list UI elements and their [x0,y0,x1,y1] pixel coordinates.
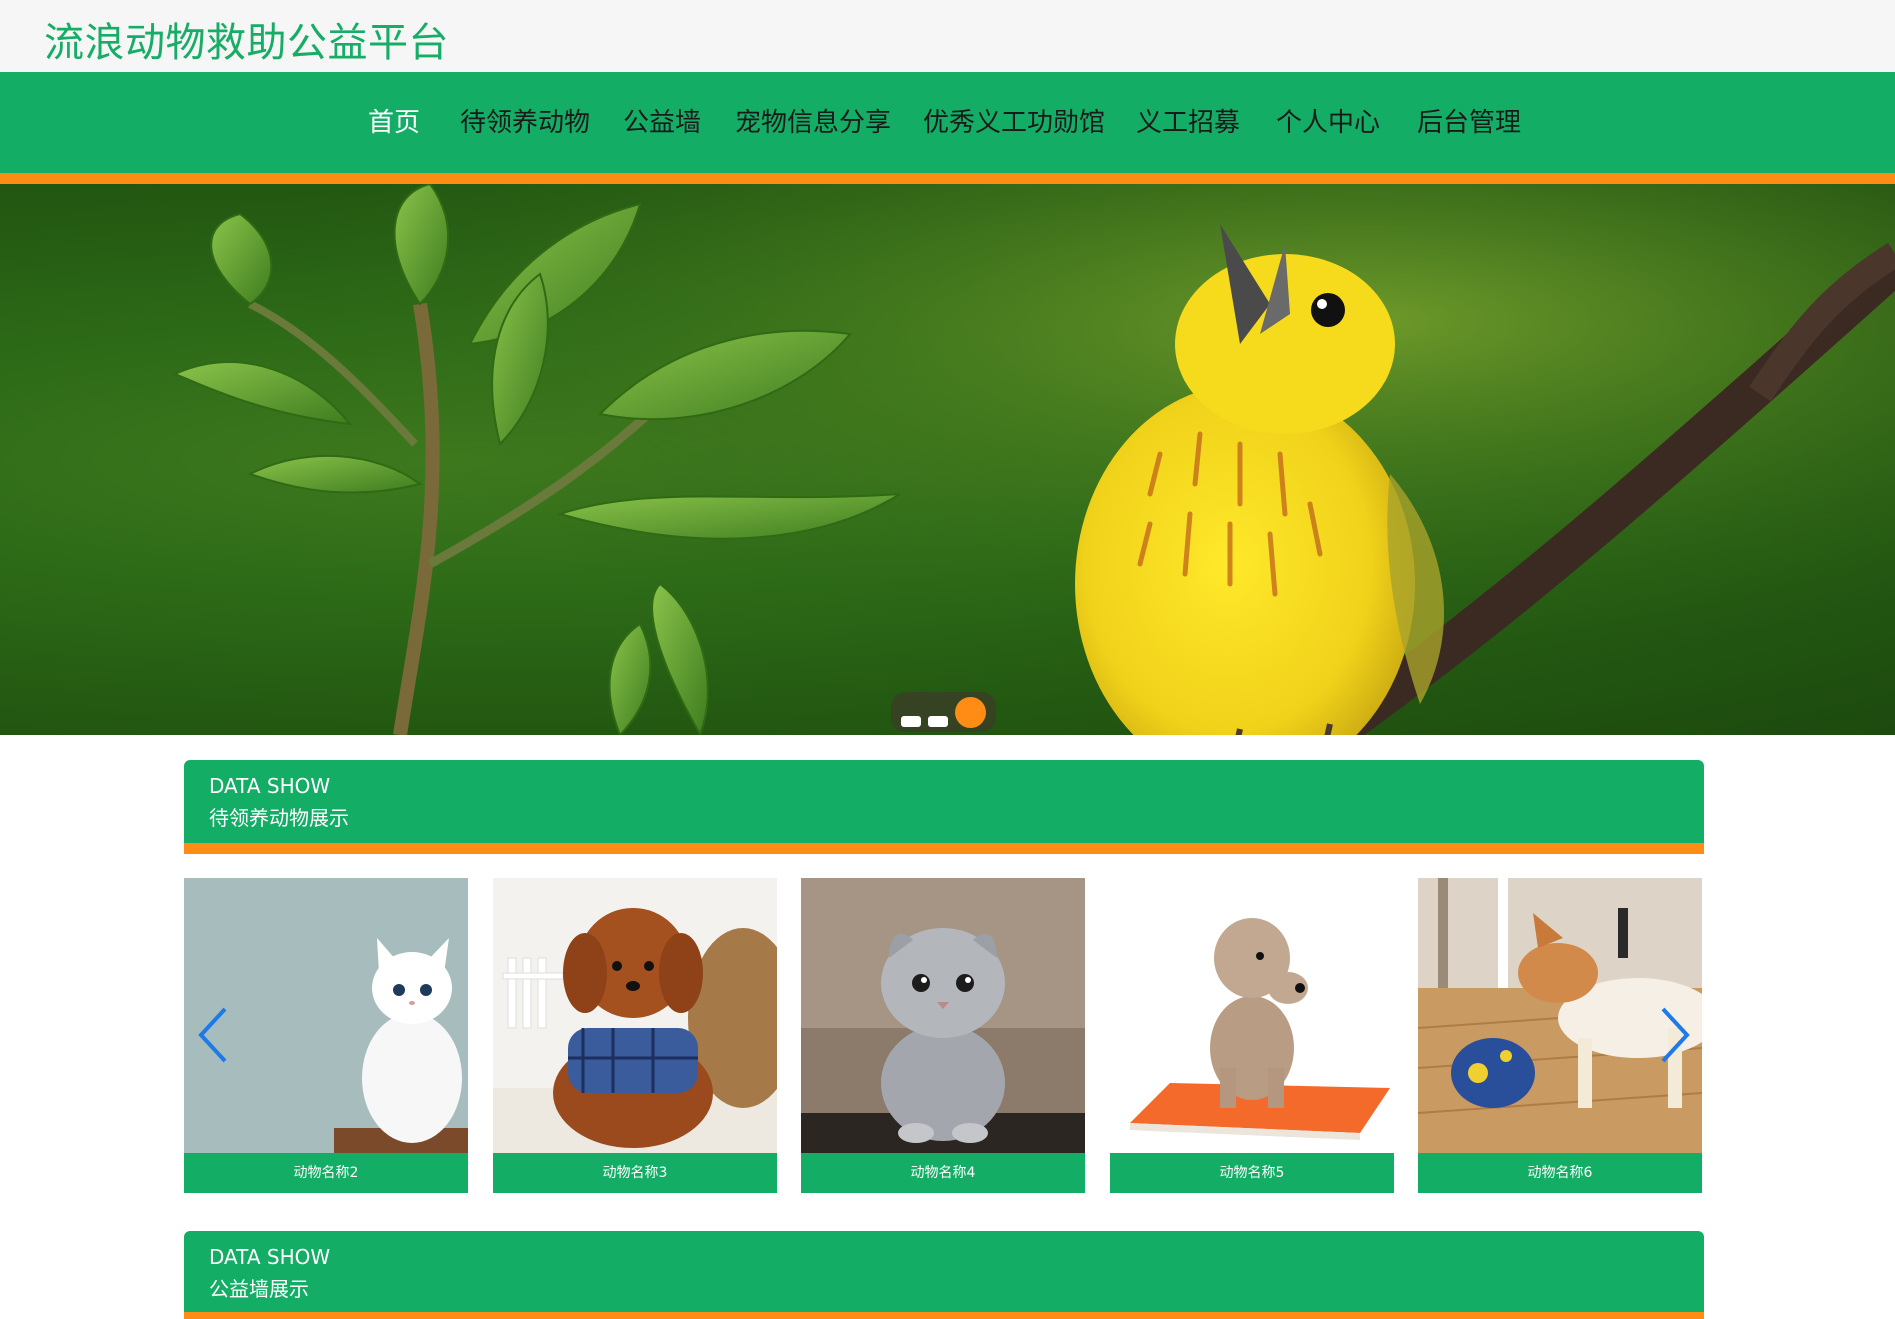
animal-name: 动物名称4 [801,1153,1085,1193]
animal-photo-poodle-red [493,878,777,1153]
nav-item-charity-wall[interactable]: 公益墙 [623,102,701,139]
animal-card[interactable]: 动物名称5 [1110,878,1394,1193]
nav-accent-stripe [0,173,1895,184]
section-header-cn: 公益墙展示 [209,1277,309,1301]
nav-item-volunteer-hall[interactable]: 优秀义工功勋馆 [923,102,1105,139]
section-header-adoptable: DATA SHOW 待领养动物展示 [184,760,1704,843]
section-header-en: DATA SHOW [209,1245,331,1269]
carousel-indicators [891,692,996,732]
animal-name: 动物名称6 [1418,1153,1702,1193]
animal-name: 动物名称3 [493,1153,777,1193]
chevron-left-icon[interactable] [193,1003,233,1067]
nav-item-admin[interactable]: 后台管理 [1417,102,1521,139]
carousel-dot-3[interactable] [955,697,986,728]
section-accent-stripe [184,1312,1704,1319]
nav-item-adoptable-animals[interactable]: 待领养动物 [460,102,590,139]
animal-photo-kitten-gray [801,878,1085,1153]
section-header-en: DATA SHOW [209,774,331,798]
banner-carousel[interactable] [0,184,1895,735]
section-accent-stripe [184,843,1704,854]
site-header: 流浪动物救助公益平台 [0,0,1895,72]
animal-card[interactable]: 动物名称3 [493,878,777,1193]
chevron-right-icon[interactable] [1655,1003,1695,1067]
site-title[interactable]: 流浪动物救助公益平台 [44,10,449,68]
animal-card[interactable]: 动物名称4 [801,878,1085,1193]
nav-list: 首页 待领养动物 公益墙 宠物信息分享 优秀义工功勋馆 义工招募 个人中心 后台… [0,72,1895,173]
nav-item-pet-sharing[interactable]: 宠物信息分享 [735,102,891,139]
animal-photo-poodle-on-mat [1110,878,1394,1153]
nav-item-home[interactable]: 首页 [368,102,420,139]
nav-item-personal-center[interactable]: 个人中心 [1276,102,1380,139]
carousel-dot-2[interactable] [928,716,948,727]
section-header-charity-wall: DATA SHOW 公益墙展示 [184,1231,1704,1314]
nav-item-volunteer-recruit[interactable]: 义工招募 [1136,102,1240,139]
section-header-cn: 待领养动物展示 [209,806,349,830]
animal-name: 动物名称2 [184,1153,468,1193]
carousel-dot-1[interactable] [901,716,921,727]
main-nav: 首页 待领养动物 公益墙 宠物信息分享 优秀义工功勋馆 义工招募 个人中心 后台… [0,72,1895,173]
banner-bird-image [0,184,1895,735]
animal-name: 动物名称5 [1110,1153,1394,1193]
